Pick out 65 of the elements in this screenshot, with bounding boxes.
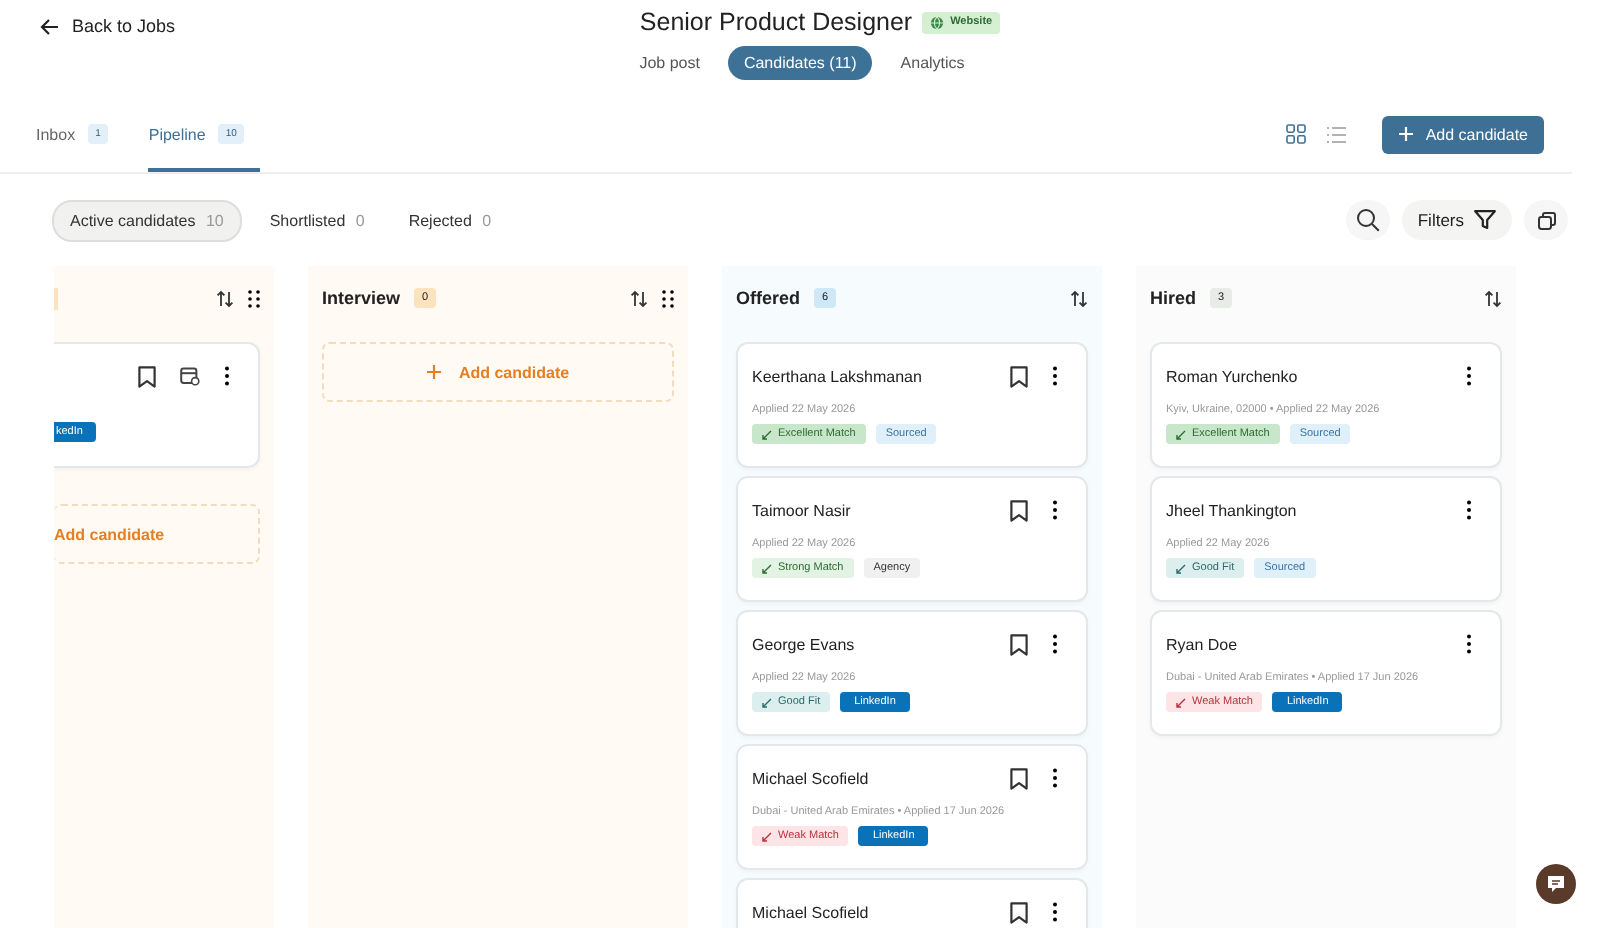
filter-pill[interactable]: Shortlisted 0 xyxy=(253,199,381,241)
chat-button[interactable] xyxy=(1536,864,1576,904)
filters-button[interactable]: Filters xyxy=(1401,200,1512,240)
candidate-name: George Evans xyxy=(752,635,855,653)
sort-icon[interactable] xyxy=(1484,289,1502,307)
candidate-name: Michael Scofield xyxy=(752,769,869,787)
back-link[interactable]: Back to Jobs xyxy=(40,16,176,36)
column-title: Offered xyxy=(736,288,801,308)
search-button[interactable] xyxy=(1345,200,1390,240)
arrow-icon xyxy=(1176,697,1186,707)
more-icon[interactable] xyxy=(1052,634,1058,654)
more-icon[interactable] xyxy=(1052,768,1058,788)
arrow-icon xyxy=(762,429,772,439)
collapse-button[interactable] xyxy=(1524,200,1568,240)
candidate-card[interactable]: Michael Scofield xyxy=(736,878,1088,928)
add-candidate-button[interactable]: Add candidate xyxy=(1381,115,1544,153)
column-title: Interview xyxy=(322,288,401,308)
view-tab[interactable]: Job post xyxy=(623,46,716,80)
more-icon[interactable] xyxy=(224,366,230,386)
arrow-icon xyxy=(1176,429,1186,439)
plus-icon xyxy=(1397,126,1414,142)
search-icon xyxy=(1355,208,1380,232)
candidate-name: Keerthana Lakshmanan xyxy=(752,367,922,385)
view-tab[interactable]: Analytics xyxy=(884,46,981,80)
candidate-name: Ryan Doe xyxy=(1166,635,1238,653)
bookmark-icon[interactable] xyxy=(1010,901,1028,923)
more-icon[interactable] xyxy=(1052,366,1058,386)
sort-icon[interactable] xyxy=(216,289,234,307)
plus-icon xyxy=(426,364,443,380)
bookmark-icon[interactable] xyxy=(1010,767,1028,789)
candidate-name: Taimoor Nasir xyxy=(752,501,851,519)
filter-pill[interactable]: Rejected 0 xyxy=(392,199,508,241)
calendar-icon[interactable] xyxy=(180,366,200,386)
job-title: Senior Product Designer xyxy=(639,8,913,36)
bookmark-icon[interactable] xyxy=(1010,499,1028,521)
more-icon[interactable] xyxy=(1052,500,1058,520)
arrow-icon xyxy=(1176,563,1186,573)
sort-icon[interactable] xyxy=(1070,289,1088,307)
list-icon xyxy=(1325,125,1346,143)
grid-view-button[interactable] xyxy=(1281,120,1310,148)
candidate-name: Roman Yurchenko xyxy=(1166,367,1298,385)
arrow-icon xyxy=(762,831,772,841)
bookmark-icon[interactable] xyxy=(1010,633,1028,655)
globe-icon xyxy=(930,15,945,29)
grid-icon xyxy=(1285,124,1306,144)
sort-icon[interactable] xyxy=(630,289,648,307)
back-arrow-icon xyxy=(40,17,60,35)
drag-handle-icon[interactable] xyxy=(662,289,674,307)
copy-icon xyxy=(1537,211,1555,229)
bookmark-icon[interactable] xyxy=(138,365,156,387)
chat-icon xyxy=(1546,874,1566,894)
filter-pill[interactable]: Active candidates 10 xyxy=(52,199,242,241)
arrow-icon xyxy=(762,697,772,707)
more-icon[interactable] xyxy=(1466,366,1472,386)
filter-icon xyxy=(1474,210,1496,230)
drag-handle-icon[interactable] xyxy=(248,289,260,307)
column-title: Hired xyxy=(1150,288,1197,308)
more-icon[interactable] xyxy=(1466,500,1472,520)
more-icon[interactable] xyxy=(1052,902,1058,922)
candidate-name: Michael Scofield xyxy=(752,903,869,921)
candidate-name: Jheel Thankington xyxy=(1166,501,1297,519)
more-icon[interactable] xyxy=(1466,634,1472,654)
bookmark-icon[interactable] xyxy=(1010,365,1028,387)
arrow-icon xyxy=(762,563,772,573)
view-tab[interactable]: Candidates (11) xyxy=(727,46,873,80)
